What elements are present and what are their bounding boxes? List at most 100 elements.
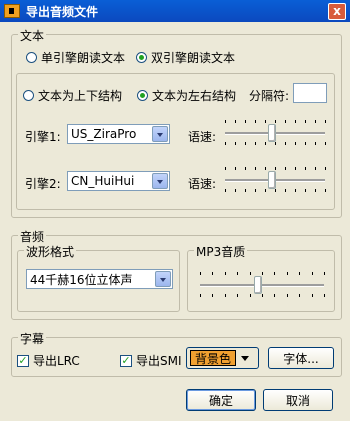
font-button-label: 字体...	[283, 351, 319, 366]
background-color-button[interactable]: 背景色	[186, 347, 259, 369]
slider-tick	[315, 120, 316, 123]
cancel-button[interactable]: 取消	[263, 389, 333, 411]
export-audio-dialog: 导出音频文件 x 文本 单引擎朗读文本 双引擎朗读文本 文本为上下结构 文本为左…	[0, 0, 350, 421]
slider-tick	[305, 189, 306, 192]
speed2-slider[interactable]	[223, 165, 327, 195]
slider-tick	[299, 294, 301, 297]
slider-tick	[225, 120, 226, 123]
slider-tick	[285, 120, 286, 123]
close-button[interactable]: x	[328, 3, 346, 20]
cancel-button-label: 取消	[285, 393, 310, 408]
ok-button[interactable]: 确定	[186, 389, 256, 411]
mp3-quality-group: MP3音质	[187, 243, 335, 312]
single-engine-radio-dot[interactable]	[26, 52, 37, 63]
slider-tick	[224, 272, 226, 275]
slider-tick	[315, 189, 316, 192]
slider-tick	[315, 142, 316, 145]
speed1-ticks-top	[225, 120, 326, 123]
slider-tick	[225, 142, 226, 145]
mp3-quality-slider[interactable]	[198, 270, 326, 300]
subtitle-group-title: 字幕	[18, 330, 47, 347]
slider-tick	[275, 167, 276, 170]
mp3-thumb[interactable]	[254, 276, 263, 294]
slider-tick	[305, 142, 306, 145]
slider-tick	[262, 272, 263, 275]
speed1-slider[interactable]	[223, 118, 327, 148]
waveform-value: 44千赫16位立体声	[30, 272, 133, 287]
dual-engine-radio[interactable]: 双引擎朗读文本	[136, 49, 235, 66]
slider-tick	[285, 189, 286, 192]
speed1-ticks-bottom	[225, 142, 326, 145]
speed1-thumb[interactable]	[267, 124, 276, 142]
speed1-label: 语速:	[188, 130, 217, 144]
slider-tick	[225, 167, 226, 170]
layout-left-right-radio[interactable]: 文本为左右结构	[137, 87, 236, 104]
slider-tick	[274, 272, 276, 275]
audio-group: 音频 波形格式 44千赫16位立体声 MP3音质	[11, 228, 342, 320]
slider-tick	[295, 167, 296, 170]
engine1-select[interactable]: US_ZiraPro	[67, 124, 170, 144]
separator-label: 分隔符:	[249, 89, 290, 103]
export-smi-check[interactable]: ✓	[120, 354, 132, 367]
slider-tick	[299, 272, 301, 275]
chevron-down-icon[interactable]	[155, 271, 171, 287]
slider-tick	[255, 189, 256, 192]
dual-engine-radio-dot[interactable]	[136, 52, 147, 63]
mp3-ticks-top	[200, 272, 325, 275]
slider-tick	[285, 167, 286, 170]
slider-tick	[245, 120, 246, 123]
ok-button-label: 确定	[208, 393, 233, 408]
slider-tick	[224, 294, 226, 297]
slider-tick	[262, 294, 263, 297]
slider-tick	[225, 189, 226, 192]
dual-engine-label: 双引擎朗读文本	[151, 51, 236, 65]
engine2-select[interactable]: CN_HuiHui	[67, 171, 170, 191]
speaker-app-icon	[4, 4, 20, 18]
chevron-down-icon[interactable]	[152, 126, 168, 142]
slider-tick	[235, 120, 236, 123]
export-smi-label: 导出SMI	[136, 354, 182, 368]
slider-tick	[255, 167, 256, 170]
export-smi-checkbox[interactable]: ✓ 导出SMI	[120, 352, 182, 369]
export-lrc-checkbox[interactable]: ✓ 导出LRC	[17, 352, 80, 369]
export-lrc-check[interactable]: ✓	[17, 354, 29, 367]
dropdown-arrow-icon[interactable]	[236, 348, 254, 368]
slider-tick	[275, 142, 276, 145]
layout-left-right-label: 文本为左右结构	[152, 89, 237, 103]
engine1-value: US_ZiraPro	[71, 127, 137, 141]
slider-tick	[325, 167, 326, 170]
layout-top-bottom-radio-dot[interactable]	[23, 90, 34, 101]
single-engine-radio[interactable]: 单引擎朗读文本	[26, 49, 125, 66]
slider-tick	[235, 167, 236, 170]
speed2-thumb[interactable]	[267, 171, 276, 189]
slider-tick	[265, 167, 266, 170]
slider-tick	[274, 294, 276, 297]
dual-engine-settings-group: 文本为上下结构 文本为左右结构 分隔符: 引擎1: US_ZiraPro 语速:…	[16, 73, 335, 210]
chevron-down-icon[interactable]	[152, 173, 168, 189]
engine2-value: CN_HuiHui	[71, 174, 135, 188]
slider-tick	[249, 272, 251, 275]
font-button[interactable]: 字体...	[268, 347, 334, 369]
slider-tick	[249, 294, 251, 297]
slider-tick	[200, 272, 201, 275]
slider-tick	[324, 294, 325, 297]
background-color-swatch: 背景色	[190, 350, 237, 366]
waveform-group: 波形格式 44千赫16位立体声	[17, 243, 180, 312]
slider-tick	[265, 189, 266, 192]
slider-tick	[255, 120, 256, 123]
window-title: 导出音频文件	[26, 4, 99, 19]
slider-tick	[265, 142, 266, 145]
layout-top-bottom-radio[interactable]: 文本为上下结构	[23, 87, 122, 104]
separator-input[interactable]	[293, 83, 327, 103]
single-engine-label: 单引擎朗读文本	[41, 51, 126, 65]
speed2-ticks-top	[225, 167, 326, 170]
layout-left-right-radio-dot[interactable]	[137, 90, 148, 101]
slider-tick	[200, 294, 201, 297]
waveform-select[interactable]: 44千赫16位立体声	[26, 269, 173, 289]
slider-tick	[295, 120, 296, 123]
slider-tick	[311, 272, 313, 275]
export-lrc-label: 导出LRC	[33, 354, 80, 368]
slider-tick	[245, 167, 246, 170]
slider-tick	[237, 294, 239, 297]
speed2-label: 语速:	[188, 177, 217, 191]
